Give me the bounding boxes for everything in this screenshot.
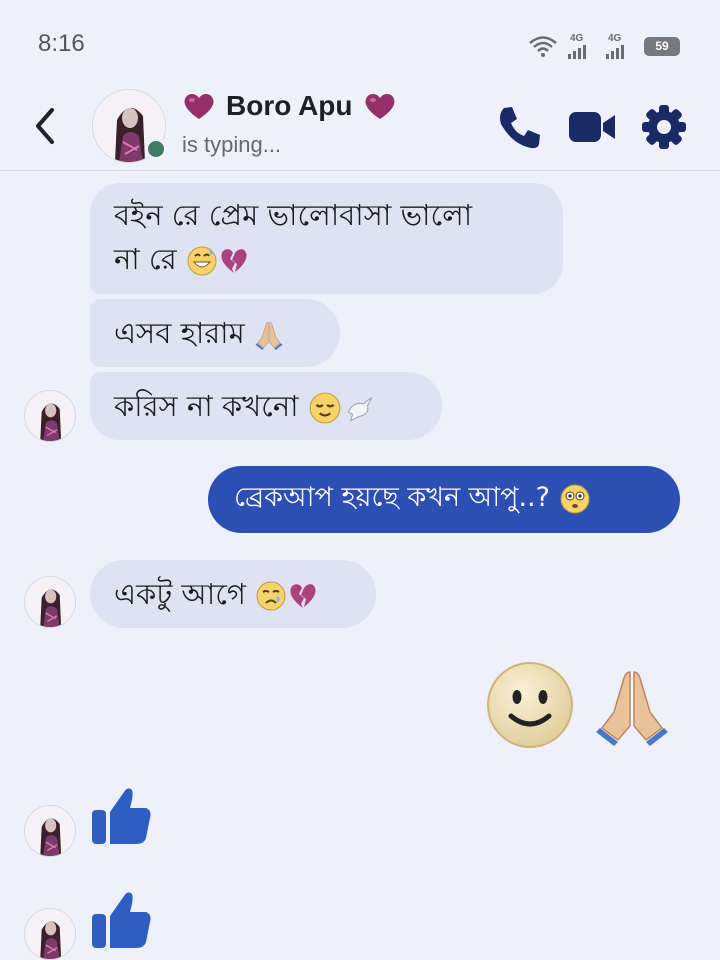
incoming-message[interactable]: একটু আগে xyxy=(90,560,376,628)
incoming-message[interactable]: করিস না কখনো xyxy=(90,372,442,440)
contact-name: Boro Apu xyxy=(226,90,353,121)
cellular-signal-1: 4G xyxy=(568,33,596,59)
outgoing-message[interactable]: ব্রেকআপ হয়ছে কখন আপু..? xyxy=(208,466,680,533)
slightly-smiling-face-emoji-icon[interactable] xyxy=(485,660,575,750)
message-text: করিস না কখনো xyxy=(114,389,299,423)
broken-heart-emoji-icon xyxy=(287,580,319,612)
status-time: 8:16 xyxy=(38,30,85,57)
incoming-message[interactable]: বইন রে প্রেম ভালোবাসা ভালো না রে xyxy=(90,183,563,294)
message-line-with-emoji: না রে xyxy=(114,237,543,281)
broken-heart-emoji-icon xyxy=(218,245,250,277)
contact-avatar-small[interactable] xyxy=(24,390,76,442)
online-status-dot xyxy=(145,138,167,160)
message-line: না রে xyxy=(114,242,177,276)
chat-header: Boro Apu is typing... xyxy=(0,86,720,171)
video-call-button[interactable] xyxy=(566,102,618,156)
contact-avatar-small[interactable] xyxy=(24,805,76,857)
incoming-message[interactable]: এসব হারাম xyxy=(90,299,340,367)
contact-avatar-small[interactable] xyxy=(24,908,76,960)
crying-face-emoji-icon xyxy=(255,580,287,612)
video-camera-icon xyxy=(569,112,615,142)
voice-call-button[interactable] xyxy=(494,102,544,156)
message-line: বইন রে প্রেম ভালোবাসা ভালো xyxy=(114,198,473,232)
status-bar: 8:16 4G 4G 59 xyxy=(0,0,720,86)
folded-hands-emoji-icon xyxy=(254,320,284,350)
relieved-face-emoji-icon xyxy=(308,391,342,425)
contact-avatar-small[interactable] xyxy=(24,576,76,628)
chevron-left-icon xyxy=(36,108,54,144)
thumbs-up-icon[interactable] xyxy=(90,784,154,848)
purple-heart-icon xyxy=(363,91,397,121)
message-text: একটু আগে xyxy=(114,577,246,611)
grinning-sweat-emoji-icon xyxy=(186,245,218,277)
typing-status: is typing... xyxy=(182,132,282,157)
contact-name-row[interactable]: Boro Apu xyxy=(182,90,397,122)
status-icons: 4G 4G 59 xyxy=(528,33,680,59)
flushed-face-emoji-icon xyxy=(559,483,591,515)
battery-indicator: 59 xyxy=(644,36,680,56)
message-text: ব্রেকআপ হয়ছে কখন আপু..? xyxy=(234,482,550,513)
folded-hands-emoji-icon[interactable] xyxy=(592,663,672,749)
wifi-icon xyxy=(529,36,557,57)
purple-heart-icon xyxy=(182,91,216,121)
cellular-signal-2: 4G xyxy=(606,33,634,59)
gear-icon xyxy=(642,105,686,149)
phone-icon xyxy=(500,107,540,149)
dove-emoji-icon xyxy=(342,391,376,425)
message-text: এসব হারাম xyxy=(114,316,245,350)
back-button[interactable] xyxy=(28,102,64,150)
thumbs-up-icon[interactable] xyxy=(90,888,154,952)
settings-button[interactable] xyxy=(640,102,688,156)
